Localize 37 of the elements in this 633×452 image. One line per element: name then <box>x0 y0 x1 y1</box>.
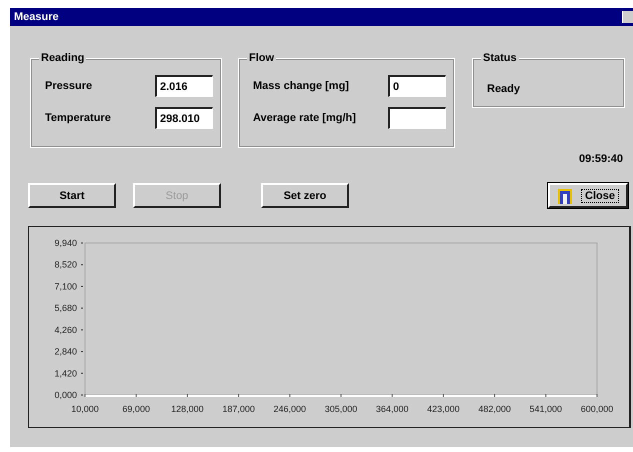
x-tick-label: 128,000 <box>171 404 204 414</box>
x-tick-label: 600,000 <box>580 404 614 414</box>
input-field[interactable]: 2.016 <box>155 75 213 97</box>
y-tick-label: 8,520 <box>54 260 77 270</box>
action-button[interactable]: Set zero <box>261 183 349 208</box>
input-field[interactable] <box>388 107 446 129</box>
y-tick-label: 4,260 <box>54 324 77 335</box>
input-field[interactable]: 298.010 <box>155 107 213 129</box>
field-label: Pressure <box>45 80 92 92</box>
x-tick-label: 423,000 <box>427 404 460 414</box>
y-tick-label: 1,420 <box>54 368 77 378</box>
x-tick-label: 246,000 <box>274 404 306 414</box>
group-title: Flow <box>247 52 276 64</box>
y-tick-label: 0,000 <box>54 390 77 400</box>
x-tick-label: 482,000 <box>478 404 511 414</box>
x-tick-label: 541,000 <box>530 404 562 414</box>
x-tick-label: 364,000 <box>376 404 408 414</box>
y-tick-label: 9,940 <box>54 238 77 248</box>
input-field[interactable]: 0 <box>388 75 446 97</box>
group-title: Status <box>481 52 519 64</box>
action-button[interactable]: Start <box>28 183 116 208</box>
x-tick-label: 187,000 <box>222 404 255 414</box>
x-tick-label: 10,000 <box>71 404 99 414</box>
status-text: Ready <box>487 82 522 95</box>
field-label: Temperature <box>45 112 111 124</box>
y-tick-label: 2,840 <box>54 346 77 357</box>
clock-text: 09:59:40 <box>578 153 623 165</box>
x-tick-label: 69,000 <box>122 404 150 414</box>
close-button[interactable]: Close <box>548 183 628 208</box>
field-label: Average rate [mg/h] <box>253 112 356 124</box>
x-tick-label: 305,000 <box>324 404 358 414</box>
y-tick-label: 5,680 <box>54 303 77 314</box>
group-title: Reading <box>39 52 86 64</box>
field-label: Mass change [mg] <box>253 80 349 92</box>
y-tick-label: 7,100 <box>54 281 77 292</box>
window-title: Measure <box>14 11 59 23</box>
arch-icon <box>557 188 574 204</box>
